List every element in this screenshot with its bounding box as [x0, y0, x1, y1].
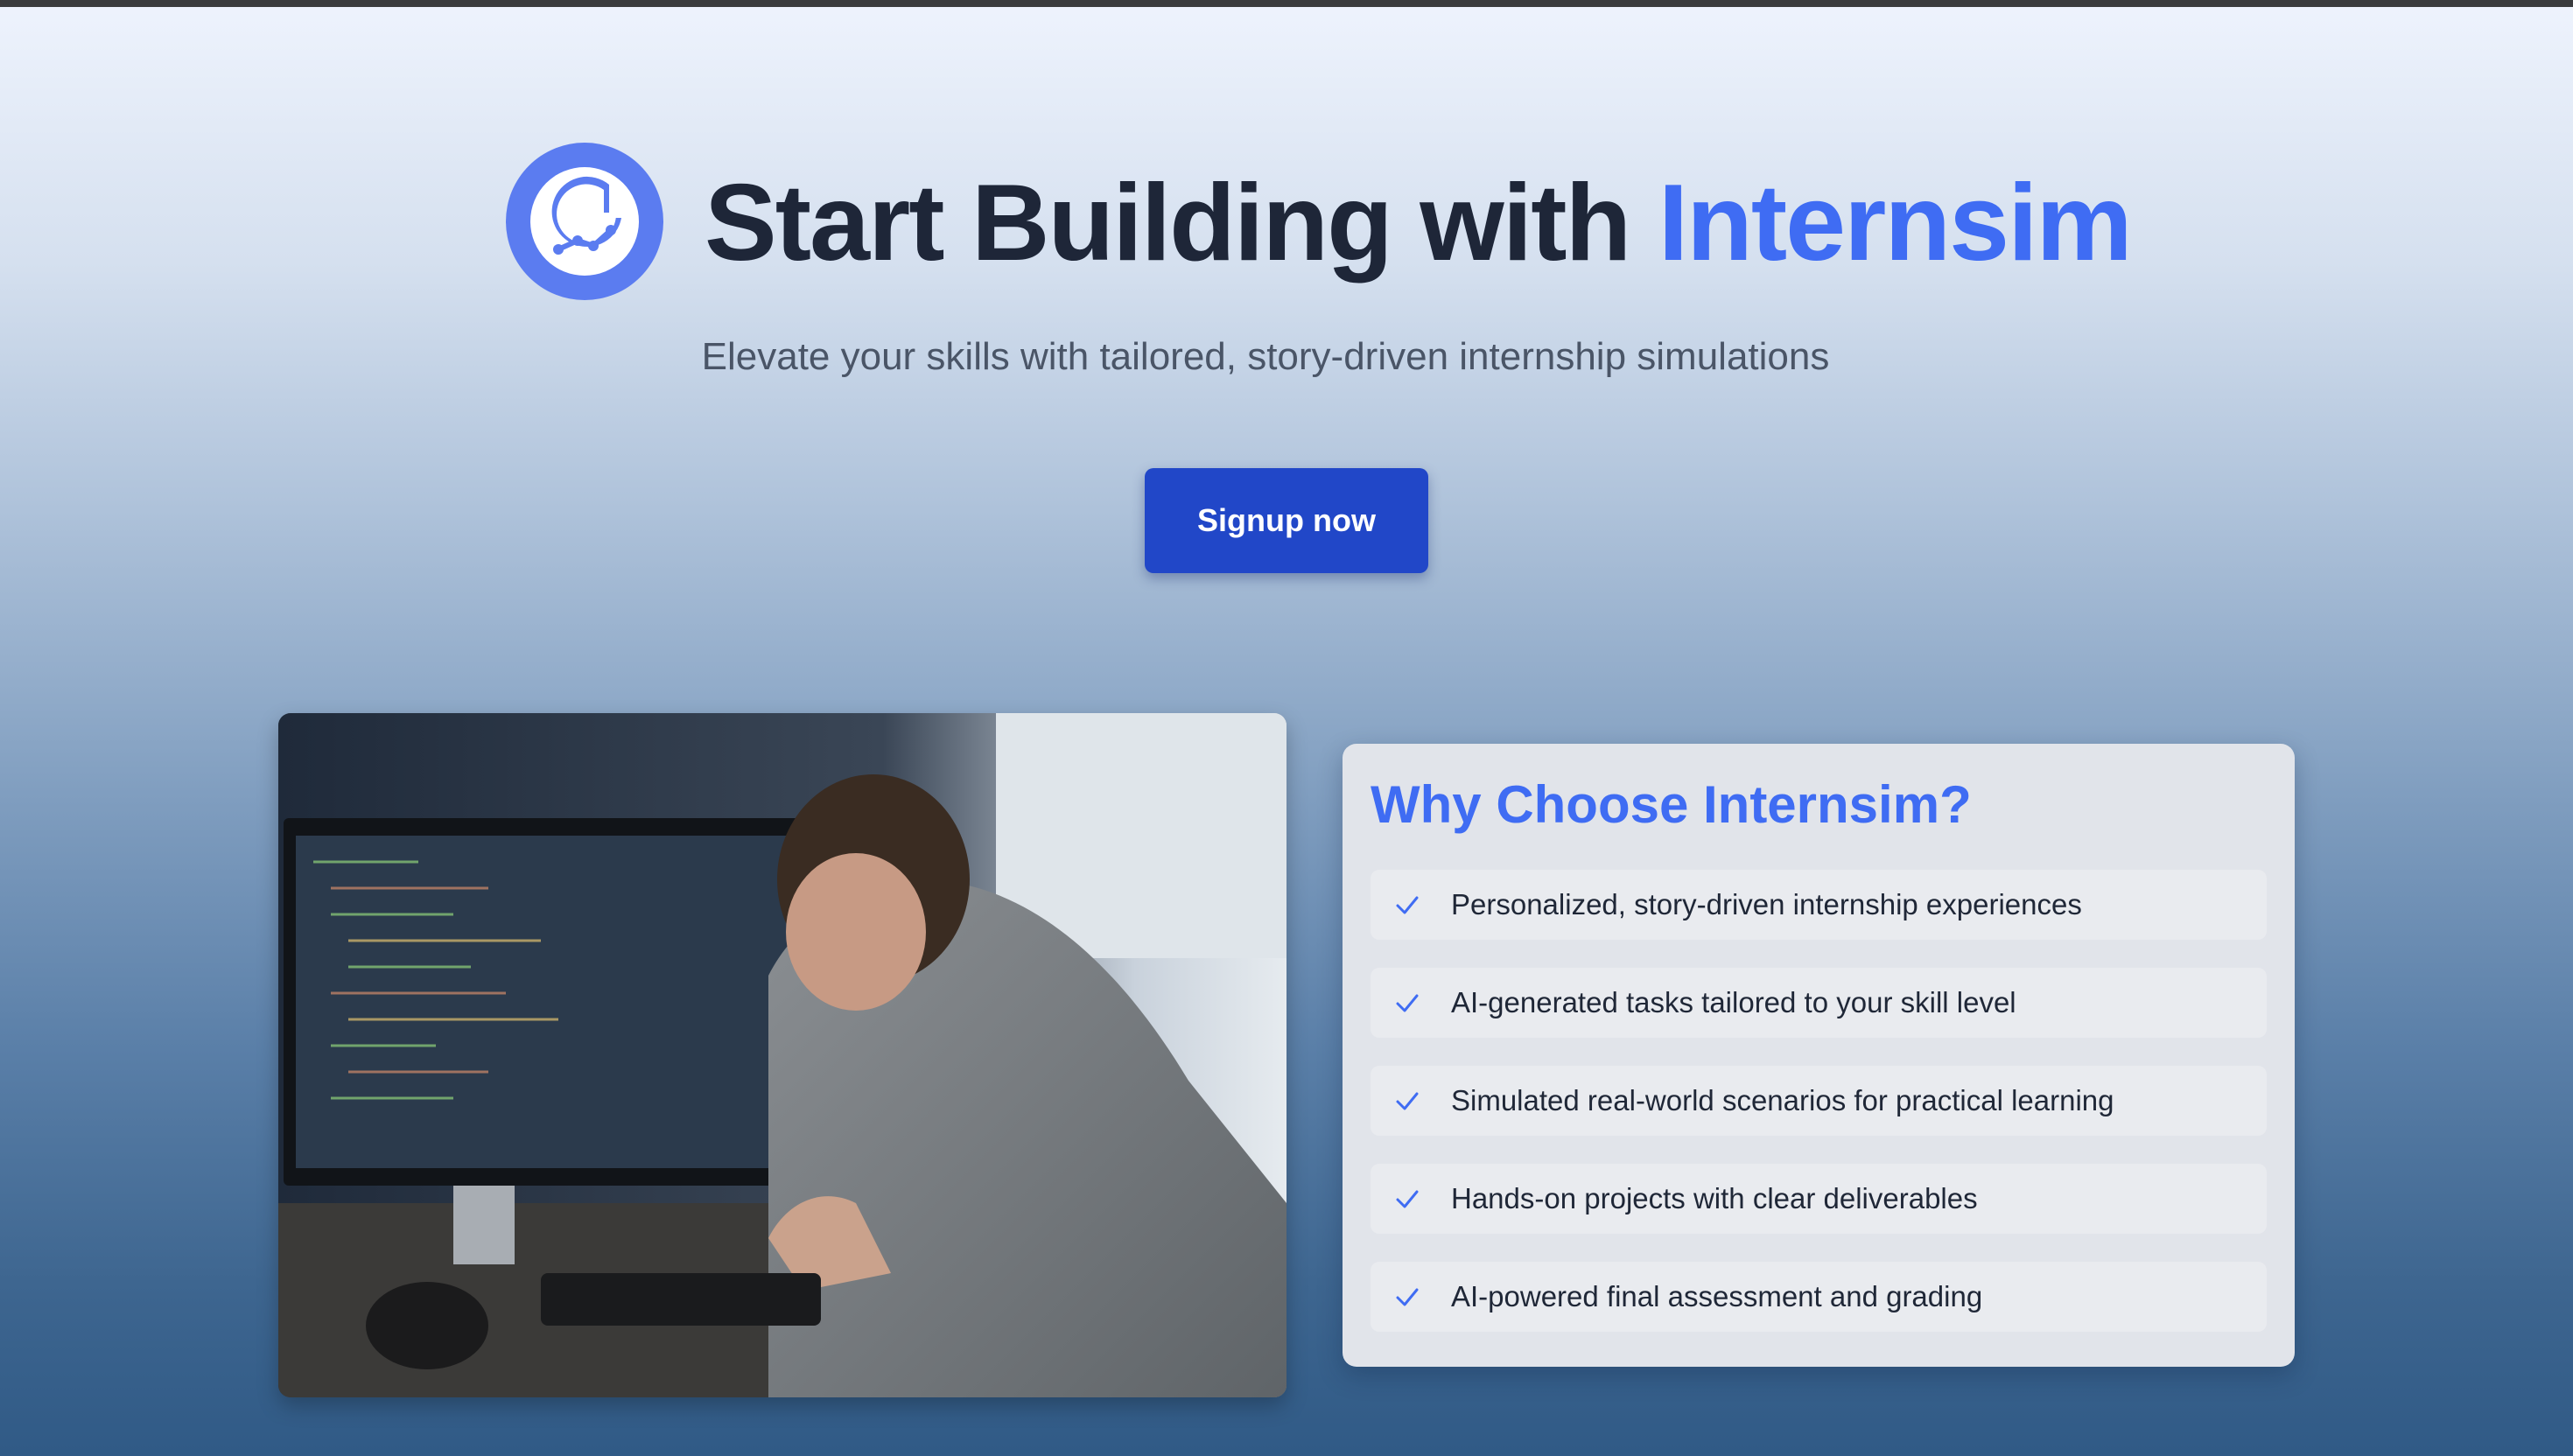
title-brand: Internsim — [1658, 163, 2133, 284]
check-icon — [1390, 985, 1425, 1020]
feature-label: Personalized, story-driven internship ex… — [1451, 888, 2082, 920]
page-title: Start Building with Internsim — [705, 162, 2133, 284]
hero-subtitle: Elevate your skills with tailored, story… — [0, 332, 2573, 382]
feature-label: Simulated real-world scenarios for pract… — [1451, 1084, 2114, 1116]
feature-label: Hands-on projects with clear deliverable… — [1451, 1182, 1978, 1214]
feature-item: Personalized, story-driven internship ex… — [1371, 870, 2267, 940]
feature-label: AI-powered final assessment and grading — [1451, 1280, 1983, 1312]
check-icon — [1390, 1181, 1425, 1216]
internsim-logo-icon — [506, 143, 663, 300]
hero-subtitle-text: Elevate your skills with tailored, story… — [701, 335, 1830, 378]
check-icon — [1390, 1083, 1425, 1118]
check-icon — [1390, 887, 1425, 922]
signup-button[interactable]: Signup now — [1145, 468, 1428, 573]
feature-item: AI-powered final assessment and grading — [1371, 1262, 2267, 1332]
feature-item: Simulated real-world scenarios for pract… — [1371, 1066, 2267, 1136]
feature-item: Hands-on projects with clear deliverable… — [1371, 1164, 2267, 1234]
features-heading: Why Choose Internsim? — [1371, 775, 1972, 834]
feature-item: AI-generated tasks tailored to your skil… — [1371, 968, 2267, 1038]
features-card: Why Choose Internsim? Personalized, stor… — [1343, 744, 2295, 1367]
hero-section: Start Building with Internsim Elevate yo… — [0, 0, 2573, 612]
title-prefix: Start Building with — [705, 163, 1658, 284]
feature-label: AI-generated tasks tailored to your skil… — [1451, 986, 2016, 1018]
hero-image — [278, 713, 1286, 1397]
check-icon — [1390, 1279, 1425, 1314]
